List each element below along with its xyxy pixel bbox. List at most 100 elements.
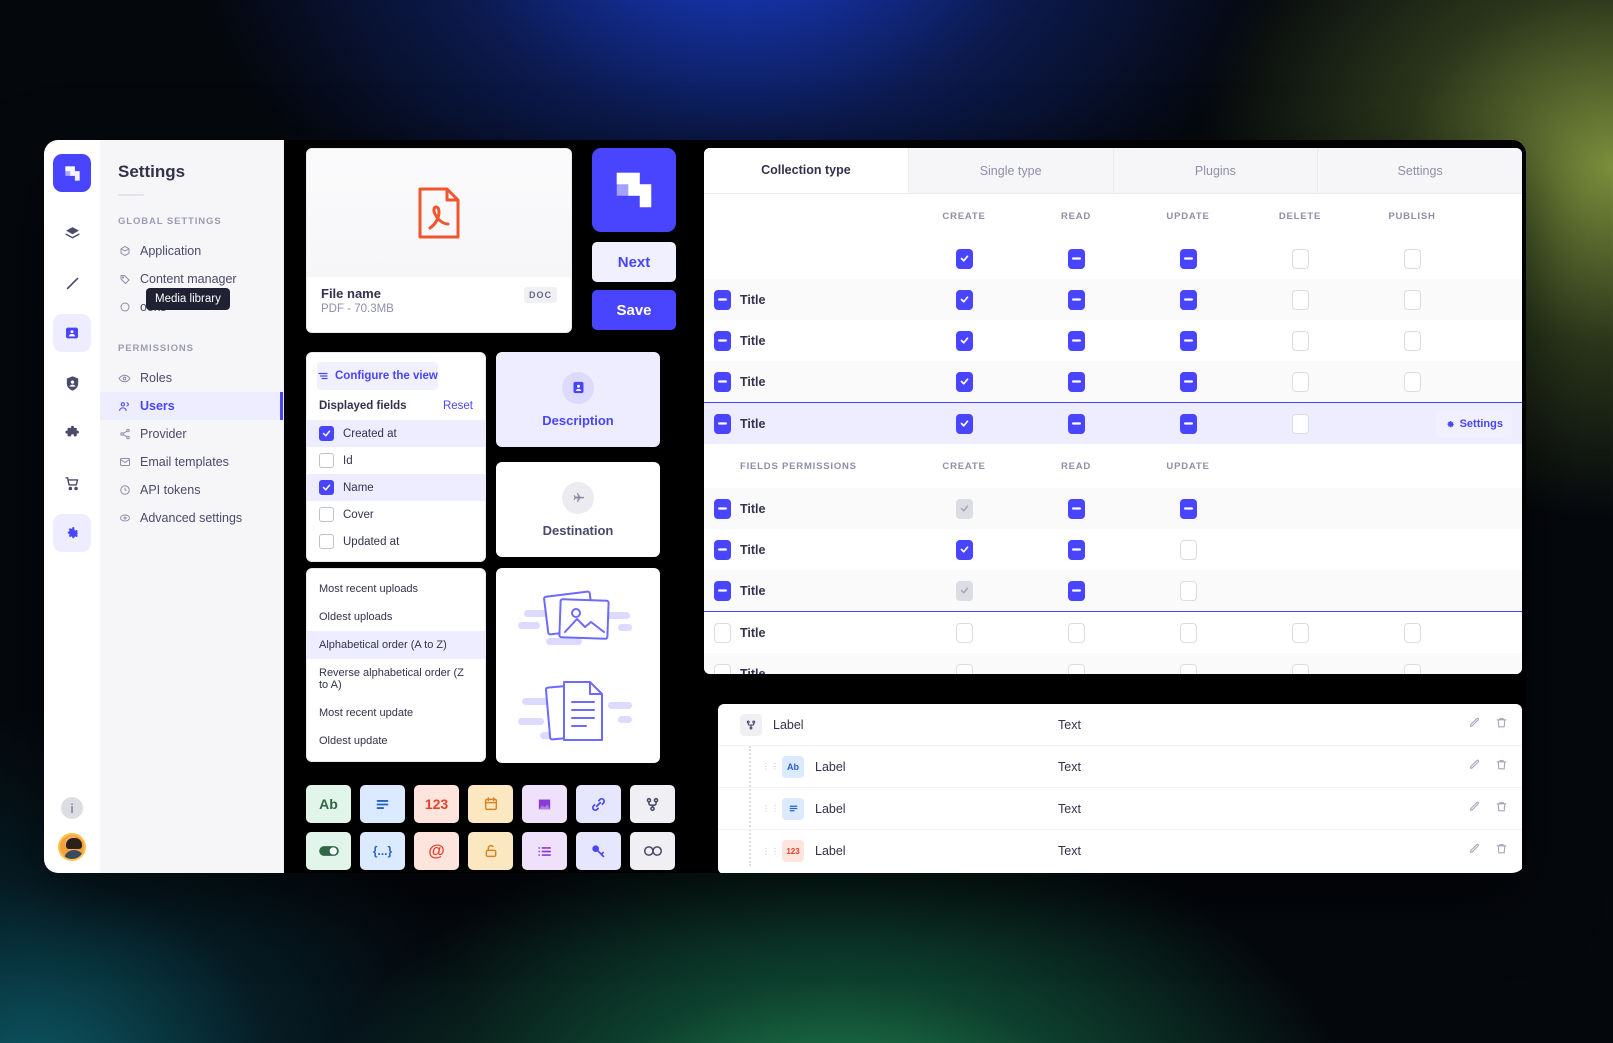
row-checkbox[interactable] xyxy=(713,580,731,601)
brand-logo-button[interactable] xyxy=(53,154,91,192)
cell-checkbox-create[interactable] xyxy=(955,413,973,434)
list-item[interactable]: ⋮⋮ Label Text xyxy=(718,788,1522,830)
delete-icon[interactable] xyxy=(1495,716,1508,734)
sidebar-item-application[interactable]: Application xyxy=(100,237,283,265)
brand-tile[interactable] xyxy=(592,148,676,232)
field-tile-password[interactable] xyxy=(468,832,513,870)
configure-the-view-button[interactable]: Configure the view xyxy=(317,362,438,390)
fields-permission-row[interactable]: Title xyxy=(704,529,1522,570)
cell-checkbox-read[interactable] xyxy=(1067,330,1085,351)
tab-plugins[interactable]: Plugins xyxy=(1114,148,1319,193)
field-tile-dynamic-zone[interactable] xyxy=(630,832,675,870)
field-tile-email[interactable]: @ xyxy=(414,832,459,870)
cell-checkbox-create[interactable] xyxy=(955,663,973,674)
file-card[interactable]: File name DOC PDF - 70.3MB xyxy=(306,148,572,333)
field-tile-component[interactable] xyxy=(630,785,675,823)
table-row[interactable]: Title xyxy=(704,279,1522,320)
cell-checkbox-create[interactable] xyxy=(955,330,973,351)
field-tile-text[interactable]: Ab xyxy=(306,785,351,823)
field-checkbox-row[interactable]: Id xyxy=(307,447,485,474)
sort-option[interactable]: Alphabetical order (A to Z) xyxy=(307,631,485,659)
list-item[interactable]: ⋮⋮ Ab Label Text xyxy=(718,746,1522,788)
tab-single-type[interactable]: Single type xyxy=(909,148,1114,193)
sidebar-item-roles[interactable]: Roles xyxy=(100,364,283,392)
cell-checkbox-publish[interactable] xyxy=(1403,289,1421,310)
cell-checkbox-update[interactable] xyxy=(1179,371,1197,392)
table-row[interactable]: Title xyxy=(704,361,1522,402)
sidebar-icon-plugins[interactable] xyxy=(53,414,91,452)
cell-checkbox-create[interactable] xyxy=(955,371,973,392)
cell-checkbox-update[interactable] xyxy=(1179,539,1197,560)
field-tile-enumeration[interactable] xyxy=(522,832,567,870)
cell-checkbox-read[interactable] xyxy=(1067,539,1085,560)
cell-checkbox-publish[interactable] xyxy=(1403,371,1421,392)
sidebar-icon-content-type-builder[interactable] xyxy=(53,214,91,252)
sidebar-item-email-templates[interactable]: Email templates xyxy=(100,448,283,476)
table-row-selected[interactable]: Title Settings xyxy=(704,403,1522,444)
cell-checkbox-publish[interactable] xyxy=(1403,663,1421,674)
avatar[interactable] xyxy=(58,833,86,861)
row-checkbox[interactable] xyxy=(713,539,731,560)
row-checkbox[interactable] xyxy=(713,622,731,643)
sidebar-icon-content-manager[interactable] xyxy=(53,264,91,302)
cell-checkbox-update[interactable] xyxy=(1179,330,1197,351)
field-tile-json[interactable]: {...} xyxy=(360,832,405,870)
field-tile-date[interactable] xyxy=(468,785,513,823)
checkbox[interactable] xyxy=(319,534,334,549)
cell-checkbox-delete[interactable] xyxy=(1291,663,1309,674)
table-row[interactable]: Title xyxy=(704,320,1522,361)
list-item[interactable]: Label Text xyxy=(718,704,1522,746)
cell-checkbox-read[interactable] xyxy=(1067,289,1085,310)
sidebar-item-provider[interactable]: Provider xyxy=(100,420,283,448)
cell-checkbox-update[interactable] xyxy=(1179,498,1197,519)
cell-checkbox-update[interactable] xyxy=(1179,580,1197,601)
row-checkbox[interactable] xyxy=(713,498,731,519)
sort-option[interactable]: Most recent update xyxy=(307,699,485,727)
row-checkbox[interactable] xyxy=(713,371,731,392)
cell-checkbox-update[interactable] xyxy=(1179,289,1197,310)
master-checkbox-read[interactable] xyxy=(1067,248,1085,269)
cell-checkbox-update[interactable] xyxy=(1179,663,1197,674)
checkbox[interactable] xyxy=(319,426,334,441)
sidebar-icon-media-library[interactable] xyxy=(53,314,91,352)
save-button[interactable]: Save xyxy=(592,290,676,330)
master-checkbox-update[interactable] xyxy=(1179,248,1197,269)
checkbox[interactable] xyxy=(319,480,334,495)
cell-checkbox-read[interactable] xyxy=(1067,663,1085,674)
fields-permission-row[interactable]: Title xyxy=(704,570,1522,611)
sidebar-item-api-tokens[interactable]: API tokens xyxy=(100,476,283,504)
cell-checkbox-create[interactable] xyxy=(955,622,973,643)
cell-checkbox-delete[interactable] xyxy=(1291,622,1309,643)
cell-checkbox-delete[interactable] xyxy=(1291,413,1309,434)
sidebar-item-advanced-settings[interactable]: Advanced settings xyxy=(100,504,283,532)
master-checkbox-create[interactable] xyxy=(955,248,973,269)
cell-checkbox-delete[interactable] xyxy=(1291,289,1309,310)
row-settings-button[interactable]: Settings xyxy=(1435,410,1512,437)
tab-collection-type[interactable]: Collection type xyxy=(704,148,909,193)
cell-checkbox-read[interactable] xyxy=(1067,413,1085,434)
field-tile-relation[interactable] xyxy=(576,785,621,823)
sort-option[interactable]: Oldest uploads xyxy=(307,603,485,631)
edit-icon[interactable] xyxy=(1468,800,1481,818)
row-checkbox[interactable] xyxy=(713,330,731,351)
step-card-description[interactable]: Description xyxy=(496,352,660,447)
tab-settings[interactable]: Settings xyxy=(1318,148,1522,193)
sort-option[interactable]: Oldest update xyxy=(307,727,485,755)
cell-checkbox-publish[interactable] xyxy=(1403,330,1421,351)
cell-checkbox-update[interactable] xyxy=(1179,413,1197,434)
cell-checkbox-read[interactable] xyxy=(1067,498,1085,519)
checkbox[interactable] xyxy=(319,507,334,522)
checkbox[interactable] xyxy=(319,453,334,468)
field-tile-media[interactable] xyxy=(522,785,567,823)
edit-icon[interactable] xyxy=(1468,716,1481,734)
master-checkbox-delete[interactable] xyxy=(1291,248,1309,269)
field-checkbox-row[interactable]: Cover xyxy=(307,501,485,528)
row-checkbox[interactable] xyxy=(713,663,731,674)
sidebar-item-users[interactable]: Users xyxy=(100,392,283,420)
cell-checkbox-read[interactable] xyxy=(1067,622,1085,643)
cell-checkbox-delete[interactable] xyxy=(1291,371,1309,392)
field-tile-number[interactable]: 123 xyxy=(414,785,459,823)
table-row[interactable]: Title xyxy=(704,653,1522,674)
sort-option[interactable]: Most recent uploads xyxy=(307,575,485,603)
cell-checkbox-update[interactable] xyxy=(1179,622,1197,643)
